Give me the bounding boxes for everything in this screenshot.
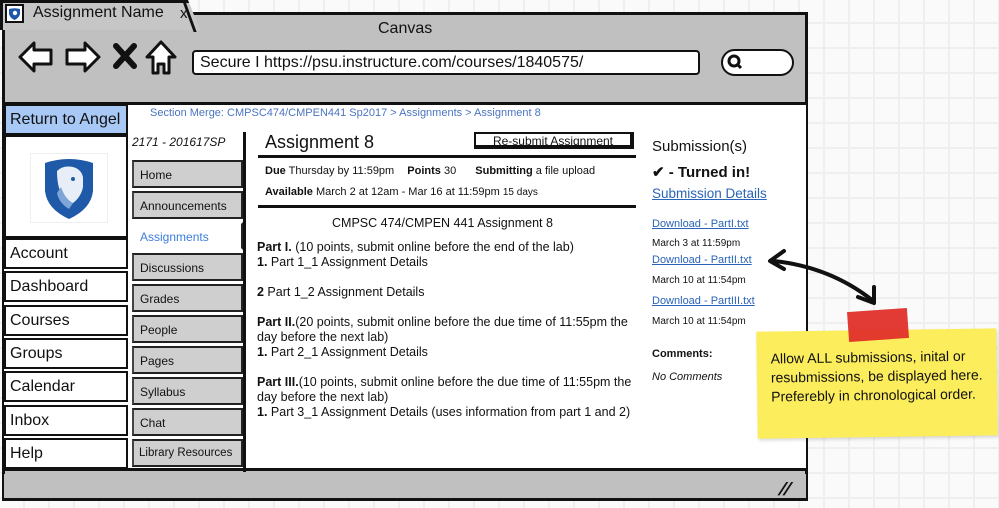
available-days: 15 days (502, 187, 538, 198)
stop-icon[interactable] (113, 43, 137, 74)
item-text: Part 2_1 Assignment Details (267, 345, 428, 359)
global-nav-groups[interactable]: Groups (4, 338, 128, 369)
tab-title: Assignment Name (33, 4, 164, 21)
favicon-icon (5, 4, 24, 23)
global-nav-account[interactable]: Account (4, 238, 128, 269)
submitting-value: a file upload (535, 165, 596, 177)
course-nav-grades[interactable]: Grades (132, 284, 243, 312)
download-link[interactable]: Download - PartII.txt (652, 254, 752, 266)
item-number: 1. (257, 405, 268, 419)
search-icon (727, 54, 743, 75)
comments-value: No Comments (652, 371, 723, 383)
course-nav-divider (243, 132, 246, 472)
course-nav-discussions[interactable]: Discussions (132, 253, 243, 281)
forward-arrow-icon[interactable] (64, 40, 102, 79)
global-nav-dashboard[interactable]: Dashboard (4, 271, 128, 302)
part-text: (10 points, submit online before the end… (291, 240, 574, 254)
part-1-item-2: 2 Part 1_2 Assignment Details (257, 285, 642, 300)
submissions-heading: Submission(s) (652, 138, 748, 155)
course-code: 2171 - 201617SP (132, 135, 226, 149)
global-nav-inbox[interactable]: Inbox (4, 405, 128, 436)
part-heading: Part I. (257, 240, 292, 254)
course-nav-chat[interactable]: Chat (132, 408, 243, 436)
submission-date: March 10 at 11:54pm (652, 275, 746, 286)
url-bar[interactable]: Secure I https://psu.instructure.com/cou… (192, 50, 700, 75)
course-nav-library-resources[interactable]: Library Resources (132, 439, 243, 467)
submission-date: March 3 at 11:59pm (652, 238, 741, 249)
points-value: 30 (443, 165, 457, 177)
tab-close-button[interactable]: x (180, 5, 188, 22)
item-number: 2 (257, 285, 264, 299)
item-text: Part 1_2 Assignment Details (263, 285, 425, 299)
comments-label: Comments: (652, 348, 713, 360)
part-2: Part II.(20 points, submit online before… (257, 315, 642, 360)
assignment-meta-row: Due Thursday by 11:59pm Points 30 Submit… (265, 165, 595, 177)
global-nav-help[interactable]: Help (4, 438, 128, 469)
course-nav-assignments[interactable]: Assignments (132, 222, 243, 250)
back-arrow-icon[interactable] (18, 40, 54, 79)
course-nav-announcements[interactable]: Announcements (132, 191, 243, 219)
assignment-availability-row: Available March 2 at 12am - Mar 16 at 11… (265, 186, 538, 198)
part-heading: Part II. (257, 315, 296, 329)
submitting-label: Submitting (475, 165, 533, 177)
points-label: Points (407, 165, 441, 177)
resubmit-assignment-button[interactable]: Re-submit Assignment (474, 132, 634, 149)
breadcrumb[interactable]: Section Merge: CMPSC474/CMPEN441 Sp2017 … (150, 107, 541, 119)
item-text: Part 3_1 Assignment Details (uses inform… (267, 405, 631, 419)
part-heading: Part III. (257, 375, 299, 389)
course-nav-people[interactable]: People (132, 315, 243, 343)
divider (258, 155, 636, 158)
course-nav-home[interactable]: Home (132, 160, 243, 188)
download-link[interactable]: Download - PartI.txt (652, 218, 749, 230)
description-title: CMPSC 474/CMPEN 441 Assignment 8 (332, 216, 553, 230)
part-text: (10 points, submit online before the due… (257, 375, 632, 404)
logo-panel (4, 135, 128, 238)
assignment-description: Part I. (10 points, submit online before… (257, 240, 642, 435)
sticky-note: Allow ALL submissions, inital or resubmi… (756, 328, 998, 439)
download-link[interactable]: Download - PartIII.txt (652, 295, 755, 307)
status-bar (4, 474, 806, 498)
turned-in-status: ✔ - Turned in! (652, 164, 751, 181)
item-text: Part 1_1 Assignment Details (267, 255, 428, 269)
course-nav-syllabus[interactable]: Syllabus (132, 377, 243, 405)
submission-date: March 10 at 11:54pm (652, 316, 746, 327)
psu-logo-icon (30, 153, 108, 223)
global-nav-courses[interactable]: Courses (4, 305, 128, 336)
search-input[interactable] (721, 49, 794, 76)
return-to-angel-button[interactable]: Return to Angel (4, 104, 128, 135)
due-value: Thursday by 11:59pm (288, 165, 395, 177)
item-number: 1. (257, 255, 268, 269)
home-icon[interactable] (145, 40, 177, 81)
course-nav-pages[interactable]: Pages (132, 346, 243, 374)
annotation-arrow-icon (768, 249, 876, 305)
part-1: Part I. (10 points, submit online before… (257, 240, 642, 270)
assignment-title: Assignment 8 (265, 132, 375, 152)
available-label: Available (265, 186, 313, 198)
tape-icon (847, 307, 909, 343)
divider (258, 205, 636, 208)
window-title: Canvas (378, 20, 433, 37)
submission-details-link[interactable]: Submission Details (652, 186, 767, 201)
item-number: 1. (257, 345, 268, 359)
available-value: March 2 at 12am - Mar 16 at 11:59pm (315, 186, 500, 198)
part-3: Part III.(10 points, submit online befor… (257, 375, 642, 420)
due-label: Due (265, 165, 286, 177)
global-nav-calendar[interactable]: Calendar (4, 371, 128, 402)
part-text: (20 points, submit online before the due… (257, 315, 628, 344)
